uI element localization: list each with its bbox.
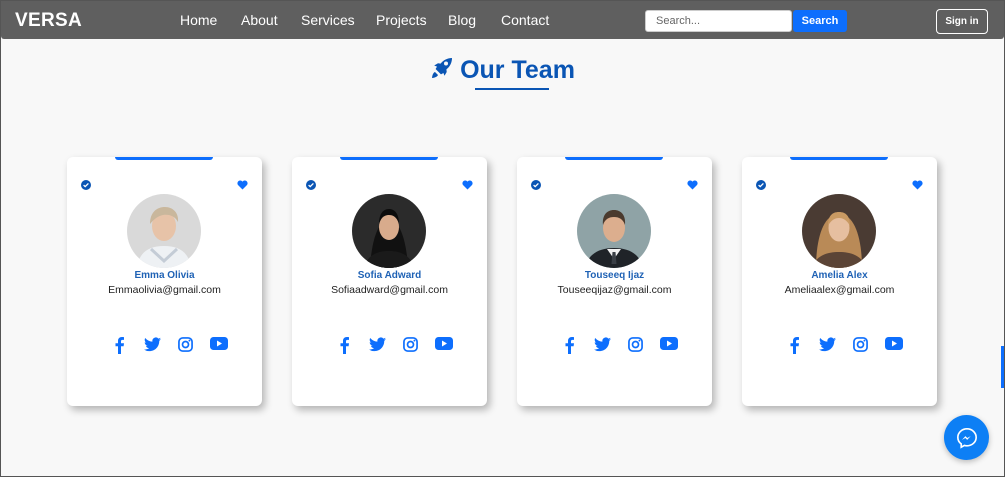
social-links bbox=[292, 337, 487, 357]
nav-link-about[interactable]: About bbox=[241, 12, 278, 28]
youtube-icon[interactable] bbox=[435, 337, 453, 355]
nav-links: Home About Services Projects Blog Contac… bbox=[1, 12, 1004, 32]
facebook-icon[interactable] bbox=[565, 337, 574, 355]
facebook-icon[interactable] bbox=[115, 337, 124, 355]
nav-link-services[interactable]: Services bbox=[301, 12, 355, 28]
team-card: Touseeq Ijaz Touseeqijaz@gmail.com bbox=[517, 157, 712, 406]
facebook-icon[interactable] bbox=[790, 337, 799, 355]
check-circle-icon bbox=[531, 177, 541, 195]
nav-link-contact[interactable]: Contact bbox=[501, 12, 549, 28]
heart-icon[interactable] bbox=[912, 177, 923, 195]
avatar bbox=[127, 194, 201, 268]
rocket-icon bbox=[430, 56, 454, 87]
card-top-bar bbox=[565, 157, 663, 160]
team-card: Sofia Adward Sofiaadward@gmail.com bbox=[292, 157, 487, 406]
member-email: Emmaolivia@gmail.com bbox=[108, 284, 221, 296]
card-top-bar bbox=[115, 157, 213, 160]
twitter-icon[interactable] bbox=[594, 337, 611, 355]
team-card: Emma Olivia Emmaolivia@gmail.com bbox=[67, 157, 262, 406]
avatar bbox=[352, 194, 426, 268]
social-links bbox=[742, 337, 937, 357]
section-title: Our Team bbox=[1, 56, 1004, 87]
card-top-bar bbox=[340, 157, 438, 160]
scrollbar-thumb[interactable] bbox=[1001, 346, 1004, 388]
navbar: VERSA Home About Services Projects Blog … bbox=[1, 1, 1004, 39]
title-underline bbox=[475, 88, 549, 90]
avatar bbox=[577, 194, 651, 268]
instagram-icon[interactable] bbox=[628, 337, 643, 355]
member-email: Sofiaadward@gmail.com bbox=[331, 284, 448, 296]
search-input[interactable] bbox=[645, 10, 792, 32]
nav-link-blog[interactable]: Blog bbox=[448, 12, 476, 28]
member-name: Emma Olivia bbox=[134, 270, 195, 281]
section-title-text: Our Team bbox=[460, 56, 575, 84]
heart-icon[interactable] bbox=[462, 177, 473, 195]
search-button[interactable]: Search bbox=[793, 10, 847, 32]
member-email: Ameliaalex@gmail.com bbox=[784, 284, 895, 296]
twitter-icon[interactable] bbox=[144, 337, 161, 355]
member-name: Amelia Alex bbox=[811, 270, 868, 281]
twitter-icon[interactable] bbox=[819, 337, 836, 355]
instagram-icon[interactable] bbox=[853, 337, 868, 355]
instagram-icon[interactable] bbox=[403, 337, 418, 355]
heart-icon[interactable] bbox=[237, 177, 248, 195]
team-card: Amelia Alex Ameliaalex@gmail.com bbox=[742, 157, 937, 406]
member-name: Touseeq Ijaz bbox=[584, 270, 645, 281]
nav-link-projects[interactable]: Projects bbox=[376, 12, 427, 28]
nav-link-home[interactable]: Home bbox=[180, 12, 217, 28]
youtube-icon[interactable] bbox=[885, 337, 903, 355]
instagram-icon[interactable] bbox=[178, 337, 193, 355]
youtube-icon[interactable] bbox=[210, 337, 228, 355]
member-email: Touseeqijaz@gmail.com bbox=[557, 284, 672, 296]
check-circle-icon bbox=[756, 177, 766, 195]
facebook-icon[interactable] bbox=[340, 337, 349, 355]
messenger-chat-button[interactable] bbox=[944, 415, 989, 460]
check-circle-icon bbox=[81, 177, 91, 195]
signin-button[interactable]: Sign in bbox=[936, 9, 988, 34]
messenger-icon bbox=[944, 427, 989, 449]
twitter-icon[interactable] bbox=[369, 337, 386, 355]
social-links bbox=[67, 337, 262, 357]
avatar bbox=[802, 194, 876, 268]
check-circle-icon bbox=[306, 177, 316, 195]
youtube-icon[interactable] bbox=[660, 337, 678, 355]
social-links bbox=[517, 337, 712, 357]
card-top-bar bbox=[790, 157, 888, 160]
member-name: Sofia Adward bbox=[357, 270, 422, 281]
heart-icon[interactable] bbox=[687, 177, 698, 195]
